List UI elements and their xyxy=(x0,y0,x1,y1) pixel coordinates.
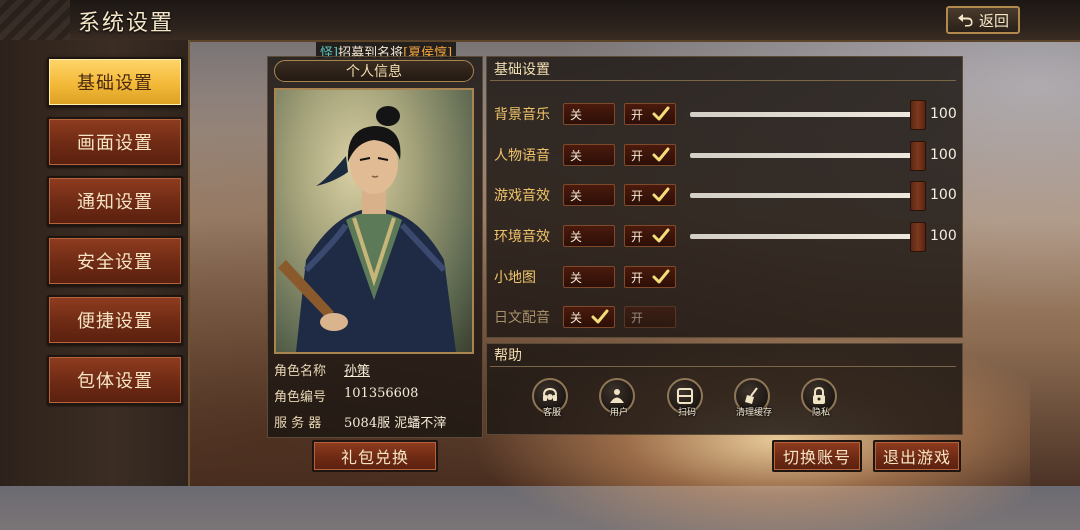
volume-value: 100 xyxy=(930,228,957,244)
settings-title: 基础设置 xyxy=(494,62,550,78)
toggle-label: 关 xyxy=(570,189,583,203)
help-item-user[interactable]: 用户 xyxy=(597,378,641,418)
profile-key: 服 务 器 xyxy=(274,416,322,431)
volume-slider-handle[interactable] xyxy=(910,141,926,171)
toggle-off-button[interactable]: 关 xyxy=(563,266,615,288)
toggle-label: 开 xyxy=(631,271,644,285)
volume-value: 100 xyxy=(930,147,957,163)
setting-label: 小地图 xyxy=(494,270,536,286)
character-illustration xyxy=(278,106,456,352)
help-item-label: 清理缓存 xyxy=(735,408,772,418)
sidebar-item-label: 通知设置 xyxy=(77,192,153,213)
setting-label: 日文配音 xyxy=(494,310,550,326)
sidebar-item-security[interactable]: 安全设置 xyxy=(47,236,183,286)
check-icon xyxy=(652,147,670,162)
volume-slider-handle[interactable] xyxy=(910,100,926,130)
return-arrow-icon xyxy=(957,14,973,27)
sidebar-item-shortcuts[interactable]: 便捷设置 xyxy=(47,295,183,345)
toggle-label: 关 xyxy=(570,271,583,285)
exit-game-label: 退出游戏 xyxy=(882,448,951,467)
help-item-label: 隐私 xyxy=(811,408,830,418)
settings-divider xyxy=(490,80,956,81)
profile-value: 101356608 xyxy=(344,386,419,401)
volume-value: 100 xyxy=(930,106,957,122)
volume-slider-handle[interactable] xyxy=(910,181,926,211)
profile-row-name: 角色名称 孙策 xyxy=(274,360,370,379)
toggle-label: 开 xyxy=(631,108,644,122)
sidebar-item-label: 画面设置 xyxy=(77,133,153,154)
toggle-off-button[interactable]: 关 xyxy=(563,225,615,247)
sidebar-item-label: 便捷设置 xyxy=(77,311,153,332)
exit-game-button[interactable]: 退出游戏 xyxy=(873,440,961,472)
sidebar-item-label: 基础设置 xyxy=(77,73,153,94)
check-icon xyxy=(591,309,609,324)
profile-value: 5084服 泥蟠不滓 xyxy=(344,416,447,431)
back-button[interactable]: 返回 xyxy=(946,6,1020,34)
volume-slider-track[interactable] xyxy=(690,112,918,117)
toggle-on-button[interactable]: 开 xyxy=(624,225,676,247)
check-icon xyxy=(652,187,670,202)
help-item-label: 客服 xyxy=(542,408,561,418)
setting-label: 人物语音 xyxy=(494,148,550,164)
volume-slider-track[interactable] xyxy=(690,234,918,239)
sidebar-item-label: 安全设置 xyxy=(77,252,153,273)
toggle-off-button[interactable]: 关 xyxy=(563,184,615,206)
volume-slider-track[interactable] xyxy=(690,153,918,158)
toggle-on-button[interactable]: 开 xyxy=(624,184,676,206)
toggle-on-button[interactable]: 开 xyxy=(624,103,676,125)
toggle-off-button[interactable]: 关 xyxy=(563,144,615,166)
help-item-label: 用户 xyxy=(609,408,628,418)
help-item-customer-service[interactable]: 客服 xyxy=(530,378,574,418)
toggle-on-button[interactable]: 开 xyxy=(624,144,676,166)
character-portrait xyxy=(274,88,474,354)
sidebar-item-package[interactable]: 包体设置 xyxy=(47,355,183,405)
help-divider xyxy=(490,366,956,367)
profile-key: 角色名称 xyxy=(274,364,327,379)
gift-redeem-label: 礼包兑换 xyxy=(340,448,409,467)
toggle-label: 开 xyxy=(631,189,644,203)
sidebar-item-basic[interactable]: 基础设置 xyxy=(47,57,183,107)
corner-ornament xyxy=(0,0,70,40)
sidebar-item-graphics[interactable]: 画面设置 xyxy=(47,117,183,167)
switch-account-button[interactable]: 切换账号 xyxy=(772,440,862,472)
volume-slider-handle[interactable] xyxy=(910,222,926,252)
toggle-off-button[interactable]: 关 xyxy=(563,306,615,328)
page-title: 系统设置 xyxy=(78,11,175,36)
setting-label: 背景音乐 xyxy=(494,107,550,123)
profile-title: 个人信息 xyxy=(274,60,474,82)
profile-key: 角色编号 xyxy=(274,390,327,405)
help-item-scan[interactable]: 扫码 xyxy=(665,378,709,418)
volume-slider-track[interactable] xyxy=(690,193,918,198)
setting-label: 环境音效 xyxy=(494,229,550,245)
setting-label: 游戏音效 xyxy=(494,188,550,204)
sidebar-item-label: 包体设置 xyxy=(77,371,153,392)
profile-value[interactable]: 孙策 xyxy=(344,360,370,379)
back-label: 返回 xyxy=(978,11,1009,30)
check-icon xyxy=(652,106,670,121)
toggle-off-button[interactable]: 关 xyxy=(563,103,615,125)
toggle-on-button[interactable]: 开 xyxy=(624,266,676,288)
sidebar-item-notifications[interactable]: 通知设置 xyxy=(47,176,183,226)
toggle-label: 开 xyxy=(631,230,644,244)
profile-row-id: 角色编号 101356608 xyxy=(274,386,418,405)
help-item-privacy[interactable]: 隐私 xyxy=(799,378,843,418)
toggle-label: 开 xyxy=(631,149,644,163)
toggle-label: 关 xyxy=(570,230,583,244)
toggle-label: 关 xyxy=(570,311,583,325)
top-bar: 系统设置 返回 xyxy=(0,0,1080,42)
switch-account-label: 切换账号 xyxy=(782,448,851,467)
volume-value: 100 xyxy=(930,187,957,203)
toggle-label: 开 xyxy=(631,311,644,325)
check-icon xyxy=(652,269,670,284)
toggle-label: 关 xyxy=(570,108,583,122)
help-item-clear-cache[interactable]: 清理缓存 xyxy=(732,378,776,418)
toggle-label: 关 xyxy=(570,149,583,163)
help-item-label: 扫码 xyxy=(677,408,696,418)
check-icon xyxy=(652,228,670,243)
sidebar: 基础设置 画面设置 通知设置 安全设置 便捷设置 包体设置 xyxy=(0,40,190,486)
gift-redeem-button[interactable]: 礼包兑换 xyxy=(312,440,438,472)
toggle-on-button[interactable]: 开 xyxy=(624,306,676,328)
profile-row-server: 服 务 器 5084服 泥蟠不滓 xyxy=(274,412,446,431)
help-title: 帮助 xyxy=(494,348,522,364)
